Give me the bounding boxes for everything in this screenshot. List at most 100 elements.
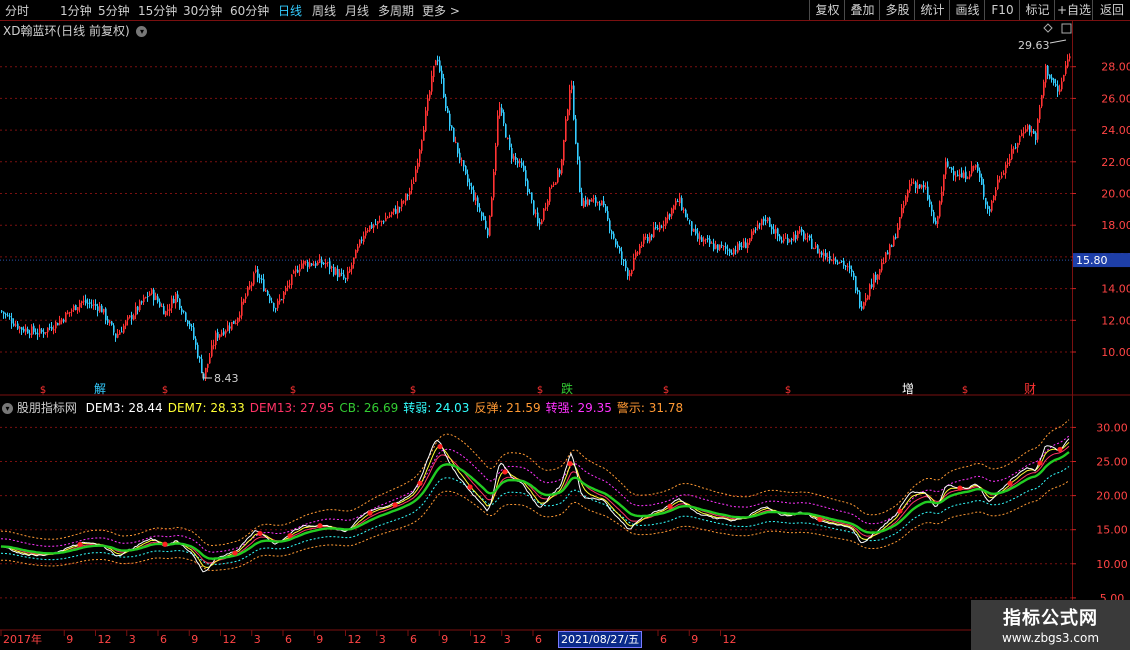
candle-body [381, 221, 383, 223]
candle-body [573, 85, 575, 120]
candle-body [677, 200, 679, 203]
candle-body [721, 244, 723, 246]
candle-body [615, 239, 617, 245]
signal-11: 财 [1024, 382, 1036, 396]
candle-body [939, 201, 941, 217]
signal-5: $ [537, 385, 543, 396]
candle-body [959, 173, 961, 178]
candle-body [117, 334, 119, 338]
axes: 28.0026.0024.0022.0020.0018.0016.0014.00… [0, 61, 1130, 646]
candle-body [681, 198, 683, 210]
candle-body [1011, 148, 1013, 160]
candle-body [787, 238, 789, 244]
candle-body [877, 274, 879, 280]
time-label-4: 6 [160, 633, 167, 646]
candle-body [403, 201, 405, 203]
candle-body [335, 268, 337, 275]
candle-body [29, 333, 31, 335]
candle-body [489, 215, 491, 236]
candle-body [711, 242, 713, 244]
candle-body [1023, 132, 1025, 134]
candle-body [765, 220, 767, 222]
warning-band [0, 419, 1070, 547]
candle-body [645, 236, 647, 238]
price-label-5: 18.00 [1101, 219, 1130, 232]
candle-body [525, 170, 527, 182]
candle-body [833, 258, 835, 261]
candle-body [233, 320, 235, 324]
candle-body [401, 200, 403, 207]
candle-body [507, 137, 509, 139]
candle-body [423, 129, 425, 141]
candle-body [425, 110, 427, 131]
candle-body [891, 245, 893, 247]
candle-body [527, 180, 529, 193]
candle-body [65, 312, 67, 323]
candle-body [699, 236, 701, 240]
chart-area[interactable]: 28.0026.0024.0022.0020.0018.0016.0014.00… [0, 0, 1130, 650]
candle-body [245, 296, 247, 299]
candle-body [35, 332, 37, 335]
price-label-0: 28.00 [1101, 61, 1130, 74]
candle-body [217, 331, 219, 338]
candle-body [817, 245, 819, 254]
candle-body [597, 202, 599, 204]
candle-body [799, 229, 801, 233]
candle-body [463, 160, 465, 167]
candle-body [793, 234, 795, 241]
candle-body [589, 199, 591, 202]
candle-body [311, 263, 313, 266]
candle-body [511, 147, 513, 159]
candle-body [963, 172, 965, 178]
candle-body [897, 227, 899, 238]
candle-body [89, 302, 91, 304]
candle-body [305, 261, 307, 263]
candle-body [501, 107, 503, 113]
candle-body [957, 174, 959, 177]
candle-body [391, 211, 393, 215]
candle-body [337, 268, 339, 278]
candle-body [1053, 78, 1055, 84]
candle-body [359, 239, 361, 246]
candle-body [703, 239, 705, 242]
candle-body [449, 113, 451, 127]
candle-body [113, 325, 115, 333]
candle-body [43, 332, 45, 334]
candle-body [549, 188, 551, 202]
candle-body [539, 222, 541, 225]
candle-body [395, 209, 397, 214]
candle-body [523, 165, 525, 171]
candle-body [485, 220, 487, 228]
time-label-3: 3 [129, 633, 136, 646]
candle-body [315, 263, 317, 266]
candle-body [789, 239, 791, 242]
candle-body [1003, 173, 1005, 175]
candle-body [727, 249, 729, 251]
candle-body [1037, 119, 1039, 140]
signal-dot [417, 480, 423, 486]
signal-1: 解 [94, 382, 106, 396]
candle-body [379, 220, 381, 222]
candle-body [513, 156, 515, 160]
candle-body [967, 177, 969, 179]
candle-body [291, 274, 293, 285]
candle-body [1029, 125, 1031, 133]
candle-body [993, 195, 995, 201]
candle-body [461, 160, 463, 162]
candle-body [689, 219, 691, 221]
candle-body [619, 247, 621, 252]
candle-body [547, 200, 549, 207]
candle-body [811, 238, 813, 249]
candle-body [307, 262, 309, 267]
candle-body [333, 267, 335, 275]
time-label-10: 12 [348, 633, 362, 646]
candle-body [493, 171, 495, 198]
candle-body [861, 306, 863, 309]
candle-body [369, 225, 371, 231]
candle-body [347, 271, 349, 279]
price-label-1: 26.00 [1101, 92, 1130, 105]
candle-body [657, 228, 659, 230]
candle-body [551, 185, 553, 188]
candle-body [53, 329, 55, 331]
candle-body [953, 171, 955, 176]
